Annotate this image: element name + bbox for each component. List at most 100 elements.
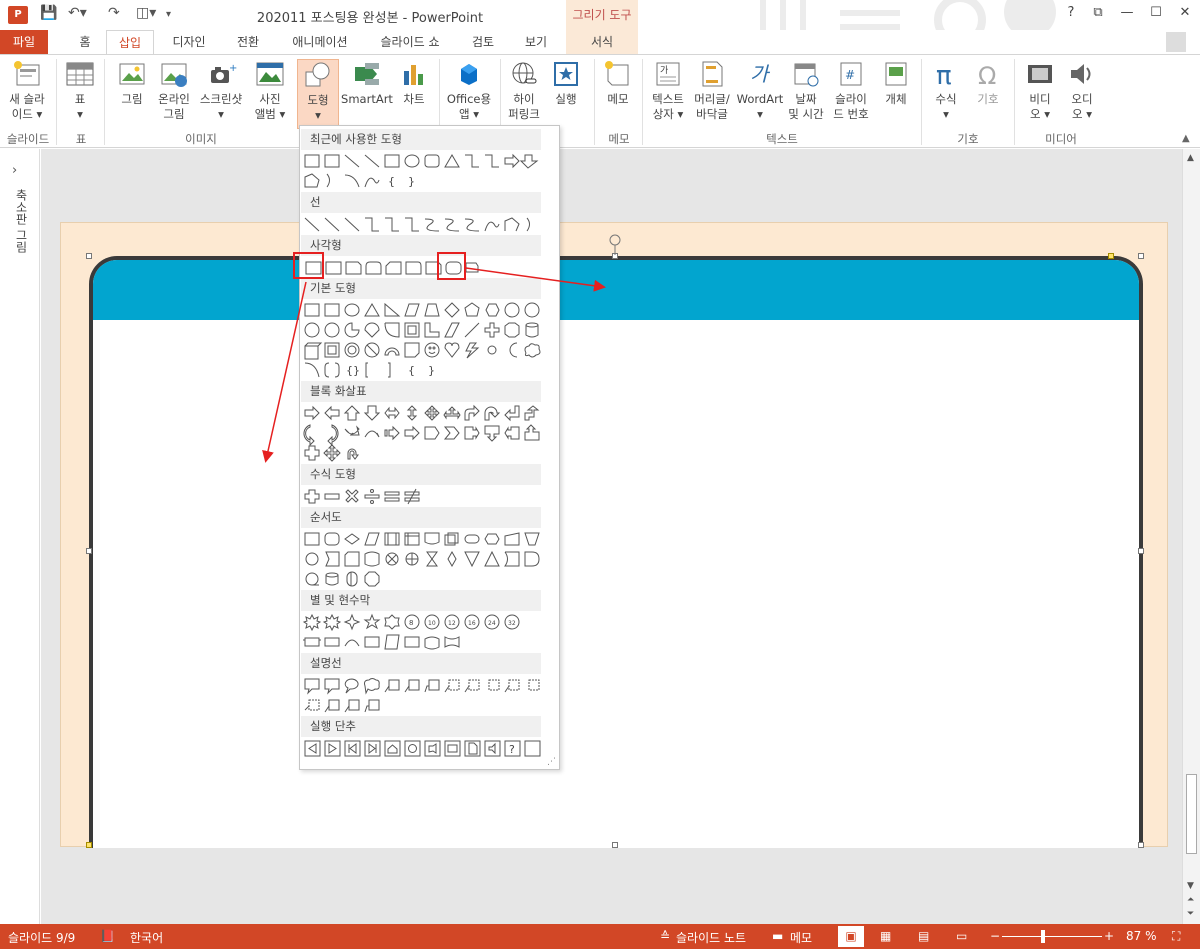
new-slide-button[interactable]: 새 슬라 이드 ▾: [4, 59, 50, 122]
hyperlink-button[interactable]: 하이 퍼링크: [504, 59, 544, 122]
notes-button[interactable]: 슬라이드 노트: [676, 929, 746, 946]
screenshot-button[interactable]: + 스크린샷 ▾: [196, 59, 246, 122]
group-label-media: 미디어: [1045, 132, 1077, 146]
action-button[interactable]: 실행: [546, 59, 586, 107]
resize-grip-icon[interactable]: ⋰: [547, 757, 556, 767]
section-recent-shapes: 최근에 사용한 도형: [301, 129, 541, 150]
wordart-button[interactable]: 가 WordArt ▾: [736, 59, 784, 122]
section-equation-shapes: 수식 도형: [301, 464, 541, 485]
tab-file[interactable]: 파일: [0, 30, 48, 54]
resize-handle[interactable]: [1138, 842, 1144, 848]
svg-text:{: {: [388, 175, 395, 188]
slide-canvas[interactable]: [60, 222, 1168, 848]
resize-handle[interactable]: [86, 548, 92, 554]
svg-text:+: +: [229, 63, 237, 74]
comment-button[interactable]: 메모: [598, 59, 638, 107]
tab-format[interactable]: 서식: [566, 30, 638, 54]
textbox-button[interactable]: 가 텍스트 상자 ▾: [646, 59, 690, 122]
smartart-icon: [355, 63, 379, 85]
resize-handle[interactable]: [612, 842, 618, 848]
table-icon: [66, 62, 94, 86]
slide-sorter-icon[interactable]: ▦: [880, 929, 891, 943]
fit-slide-icon[interactable]: ⛶: [1172, 929, 1180, 944]
minimize-button[interactable]: —: [1116, 5, 1138, 23]
svg-text:Ω: Ω: [978, 62, 996, 89]
tab-transitions[interactable]: 전환: [228, 30, 268, 54]
tab-view[interactable]: 보기: [516, 30, 556, 54]
picture-button[interactable]: 그림: [112, 59, 152, 107]
slide-editing-area[interactable]: [41, 149, 1182, 924]
tab-home[interactable]: 홈: [70, 30, 100, 54]
group-label-comments: 메모: [608, 132, 630, 146]
thumbnail-pane-label: 축소판 그림: [14, 189, 28, 253]
thumbnail-pane-collapsed[interactable]: › 축소판 그림: [0, 149, 40, 924]
slide-number-icon: #: [840, 62, 862, 86]
slide-counter: 슬라이드 9/9: [8, 931, 76, 945]
shapes-gallery-dropdown[interactable]: 최근에 사용한 도형 {} 선 사각형 기본 도형 {} {} 블록 화살표 …: [299, 125, 560, 770]
chart-button[interactable]: 차트: [396, 59, 432, 107]
previous-slide-icon[interactable]: ⏶: [1187, 895, 1194, 905]
expand-thumbnail-icon[interactable]: ›: [12, 163, 17, 178]
comments-icon: ▬: [772, 929, 784, 943]
section-flowchart: 순서도: [301, 507, 541, 528]
svg-text:{: {: [408, 364, 415, 377]
normal-view-icon[interactable]: ▣: [838, 926, 864, 947]
reading-view-icon[interactable]: ▤: [918, 929, 929, 943]
online-picture-button[interactable]: 온라인 그림: [154, 59, 194, 122]
symbol-button[interactable]: Ω 기호: [968, 59, 1008, 107]
shapes-button[interactable]: 도형 ▾: [297, 59, 339, 129]
photo-album-icon: [256, 62, 284, 86]
spellcheck-icon[interactable]: 📕: [100, 929, 115, 943]
svg-text:12: 12: [448, 620, 456, 627]
resize-handle[interactable]: [1138, 548, 1144, 554]
audio-button[interactable]: 오디 오 ▾: [1062, 59, 1102, 122]
svg-text:가: 가: [660, 65, 668, 76]
date-time-button[interactable]: 날짜 및 시간: [786, 59, 826, 122]
rotate-handle-icon[interactable]: [606, 233, 624, 255]
zoom-out-button[interactable]: −: [990, 929, 1000, 943]
smartart-button[interactable]: SmartArt: [341, 59, 393, 107]
slideshow-icon[interactable]: ▭: [956, 929, 967, 943]
rounded-rectangle-shape[interactable]: [89, 256, 1143, 848]
photo-album-button[interactable]: 사진 앨범 ▾: [248, 59, 292, 122]
table-button[interactable]: 표 ▾: [62, 59, 98, 122]
svg-text:24: 24: [488, 620, 496, 627]
header-footer-button[interactable]: 머리글/바닥글: [690, 59, 734, 122]
ribbon-display-options-button[interactable]: ⧉: [1087, 5, 1109, 23]
comments-button[interactable]: 메모: [790, 929, 812, 946]
highlight-rectangle-shape: [293, 252, 324, 279]
tab-design[interactable]: 디자인: [164, 30, 214, 54]
next-slide-icon[interactable]: ⏷: [1187, 909, 1194, 919]
tab-slideshow[interactable]: 슬라이드 쇼: [372, 30, 448, 54]
close-button[interactable]: ✕: [1174, 5, 1196, 23]
zoom-slider-track[interactable]: [1002, 936, 1102, 937]
office-apps-button[interactable]: Office용 앱 ▾: [444, 59, 494, 122]
adjust-handle[interactable]: [86, 842, 92, 848]
video-button[interactable]: 비디 오 ▾: [1020, 59, 1060, 122]
help-button[interactable]: ?: [1060, 5, 1082, 23]
resize-handle[interactable]: [86, 253, 92, 259]
equation-button[interactable]: π 수식 ▾: [926, 59, 966, 122]
language-indicator[interactable]: 한국어: [130, 929, 163, 946]
scrollbar-thumb[interactable]: [1186, 774, 1197, 854]
globe-link-icon: [512, 62, 537, 84]
collapse-ribbon-icon[interactable]: ▲: [1182, 133, 1190, 144]
zoom-slider-thumb[interactable]: [1041, 930, 1045, 943]
scroll-up-icon[interactable]: ▲: [1187, 153, 1194, 163]
tab-review[interactable]: 검토: [464, 30, 502, 54]
resize-handle[interactable]: [1138, 253, 1144, 259]
zoom-in-button[interactable]: +: [1104, 929, 1114, 943]
slide-number-button[interactable]: # 슬라이 드 번호: [828, 59, 874, 122]
zoom-level[interactable]: 87 %: [1126, 929, 1157, 943]
adjust-handle[interactable]: [1108, 253, 1114, 259]
vertical-scrollbar[interactable]: ▲ ▼ ⏶ ⏷: [1182, 149, 1200, 924]
tab-insert[interactable]: 삽입: [106, 30, 154, 54]
user-avatar[interactable]: [1166, 32, 1186, 52]
svg-text:π: π: [936, 61, 952, 89]
status-bar: 슬라이드 9/9 📕 한국어 ≙ 슬라이드 노트 ▬ 메모 ▣ ▦ ▤ ▭ − …: [0, 924, 1200, 949]
maximize-button[interactable]: ☐: [1145, 5, 1167, 23]
tab-animations[interactable]: 애니메이션: [283, 30, 357, 54]
object-button[interactable]: 개체: [876, 59, 916, 107]
scroll-down-icon[interactable]: ▼: [1187, 881, 1194, 891]
new-slide-icon: [14, 61, 40, 86]
